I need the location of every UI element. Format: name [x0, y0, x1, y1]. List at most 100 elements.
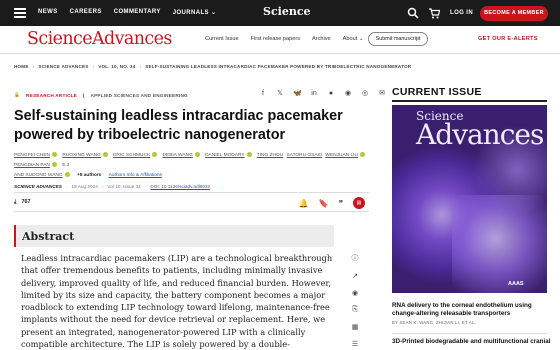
- author-list: PENGFEI CHEN RUOXING WANG ERIC SCHMUCK D…: [14, 151, 369, 181]
- related-story[interactable]: RNA delivery to the corneal endothelium …: [392, 302, 552, 325]
- nav-commentary[interactable]: COMMENTARY: [114, 9, 161, 16]
- nav-first-release[interactable]: First release papers: [251, 36, 300, 42]
- view-icon[interactable]: ◉: [350, 289, 360, 297]
- orcid-icon[interactable]: [51, 162, 57, 168]
- figures-icon[interactable]: ▦: [350, 323, 360, 331]
- author-name[interactable]: RUOXING WANG: [62, 153, 100, 158]
- login-link[interactable]: LOG IN: [450, 10, 473, 16]
- author-name[interactable]: PENGFEI CHEN: [14, 153, 50, 158]
- article-title: Self-sustaining leadless intracardiac pa…: [14, 108, 343, 143]
- share-bar: f 𝕏 🦋 in ● ◉ ◎ ✉: [259, 90, 386, 98]
- publication-info: SCIENCE ADVANCES · 19 Aug 2024 · Vol 10,…: [14, 184, 210, 189]
- orcid-icon[interactable]: [152, 152, 158, 158]
- top-nav: NEWS CAREERS COMMENTARY JOURNALS ⌄: [38, 9, 216, 16]
- affiliations-link[interactable]: Authors Info & Affiliations: [109, 173, 162, 178]
- alert-bell-icon[interactable]: 🔔: [299, 199, 309, 208]
- author-name[interactable]: TING ZHOU: [257, 153, 283, 158]
- cover-title-advances: Advances: [416, 118, 544, 151]
- author-name[interactable]: SATORU OSAKI: [287, 153, 323, 158]
- bookmark-icon[interactable]: 🔖: [319, 199, 329, 208]
- wechat-icon[interactable]: ◉: [344, 90, 352, 98]
- submit-manuscript-button[interactable]: Submit manuscript: [368, 32, 428, 46]
- orcid-icon[interactable]: [51, 152, 57, 158]
- facebook-icon[interactable]: f: [259, 90, 267, 98]
- pdf-icon[interactable]: ▤: [353, 197, 365, 209]
- e-alerts-link[interactable]: GET OUR E-ALERTS: [478, 36, 538, 42]
- abstract-heading: Abstract: [14, 225, 334, 247]
- current-issue-heading: CURRENT ISSUE: [392, 86, 482, 98]
- nav-about[interactable]: About ⌄: [343, 36, 364, 42]
- author-name[interactable]: WENJUAN LIU: [325, 153, 358, 158]
- orcid-icon[interactable]: [194, 152, 200, 158]
- journal-name[interactable]: SCIENCE ADVANCES: [14, 184, 62, 189]
- meta-separator: |: [83, 92, 85, 98]
- science-logo[interactable]: Science: [263, 5, 311, 18]
- article-metrics-bar: ⤓ 767 🔔 🔖 ❞ ▤: [14, 192, 369, 212]
- breadcrumb: HOME › SCIENCE ADVANCES › VOL. 10, NO. 3…: [14, 64, 411, 69]
- author-name[interactable]: DEBIA WANG: [163, 153, 193, 158]
- orcid-icon[interactable]: [102, 152, 108, 158]
- current-issue-rule: [392, 100, 547, 102]
- journal-nav: Current Issue First release papers Archi…: [205, 36, 364, 42]
- become-member-button[interactable]: BECOME A MEMBER: [480, 6, 548, 21]
- nav-careers[interactable]: CAREERS: [70, 9, 102, 16]
- share-icon[interactable]: ⎘: [350, 306, 360, 314]
- volume-issue[interactable]: Vol 10, Issue 34: [107, 184, 140, 189]
- separator-dot: ·: [65, 184, 68, 189]
- separator-dot: ·: [144, 184, 147, 189]
- author-name[interactable]: AND XUDONG WANG: [14, 173, 63, 178]
- email-icon[interactable]: ✉: [378, 90, 386, 98]
- breadcrumb-article: SELF-SUSTAINING LEADLESS INTRACARDIAC PA…: [145, 64, 412, 69]
- cart-icon[interactable]: [428, 7, 440, 19]
- more-authors-button[interactable]: +5 authors: [77, 173, 101, 178]
- reddit-icon[interactable]: ●: [327, 90, 335, 98]
- bluesky-icon[interactable]: 🦋: [293, 90, 302, 98]
- related-story-headline[interactable]: RNA delivery to the corneal endothelium …: [392, 302, 552, 318]
- science-advances-logo[interactable]: ScienceAdvances: [27, 29, 172, 49]
- article-tools: 🔔 🔖 ❞ ▤: [299, 197, 365, 209]
- download-icon: ⤓: [14, 199, 17, 205]
- article-meta: 🔓 RESEARCH ARTICLE | APPLIED SCIENCES AN…: [14, 92, 188, 98]
- related-story-byline: BY SEAN K. WANG, ZHIJIAN LI, ET AL.: [392, 320, 476, 325]
- whatsapp-icon[interactable]: ◎: [361, 90, 369, 98]
- downloads-counter[interactable]: ⤓ 767: [14, 199, 31, 206]
- sidebar-divider: [392, 333, 547, 334]
- abstract-text: Leadless intracardiac pacemakers (LIP) a…: [21, 253, 333, 350]
- breadcrumb-journal[interactable]: SCIENCE ADVANCES: [38, 64, 88, 69]
- download-count: 767: [21, 199, 31, 205]
- nav-archive[interactable]: Archive: [312, 36, 331, 42]
- breadcrumb-separator: ›: [32, 64, 35, 69]
- orcid-icon[interactable]: [64, 172, 70, 178]
- separator-dot: ·: [101, 184, 104, 189]
- article-side-toolbar: ⓘ ↗ ◉ ⎘ ▦ ☰: [350, 253, 360, 348]
- journal-header: ScienceAdvances Current Issue First rele…: [0, 26, 560, 54]
- breadcrumb-home[interactable]: HOME: [14, 64, 29, 69]
- related-story-headline[interactable]: 3D-Printed biodegradable and multifuncti…: [392, 338, 552, 346]
- orcid-icon[interactable]: [246, 152, 252, 158]
- breadcrumb-separator: ›: [139, 64, 142, 69]
- linkedin-icon[interactable]: in: [310, 90, 318, 98]
- orcid-icon[interactable]: [359, 152, 365, 158]
- author-name[interactable]: ERIC SCHMUCK: [113, 153, 150, 158]
- info-icon[interactable]: ⓘ: [350, 253, 360, 263]
- hamburger-menu-icon[interactable]: [14, 8, 26, 18]
- metrics-icon[interactable]: ↗: [350, 272, 360, 280]
- author-more-indicator: E.3: [62, 163, 70, 168]
- cover-publisher: AAAS: [508, 281, 524, 287]
- nav-news[interactable]: NEWS: [38, 9, 58, 16]
- author-name[interactable]: DANIEL MODARY: [205, 153, 244, 158]
- doi-link[interactable]: DOI: 10.1126/sciadv.adl6932: [150, 184, 210, 189]
- cite-icon[interactable]: ❞: [339, 199, 343, 208]
- nav-journals[interactable]: JOURNALS ⌄: [173, 9, 217, 16]
- article-type: RESEARCH ARTICLE: [26, 92, 77, 98]
- issue-cover-image[interactable]: Science Advances AAAS: [392, 105, 547, 293]
- nav-current-issue[interactable]: Current Issue: [205, 36, 239, 42]
- publication-date: 19 Aug 2024: [71, 184, 98, 189]
- references-icon[interactable]: ☰: [350, 340, 360, 348]
- open-access-icon: 🔓: [14, 92, 21, 97]
- search-icon[interactable]: [407, 7, 419, 19]
- author-name[interactable]: PENGDIAN PAN: [14, 163, 50, 168]
- subject-area[interactable]: APPLIED SCIENCES AND ENGINEERING: [91, 93, 188, 98]
- breadcrumb-issue[interactable]: VOL. 10, NO. 34: [98, 64, 135, 69]
- x-twitter-icon[interactable]: 𝕏: [276, 90, 284, 98]
